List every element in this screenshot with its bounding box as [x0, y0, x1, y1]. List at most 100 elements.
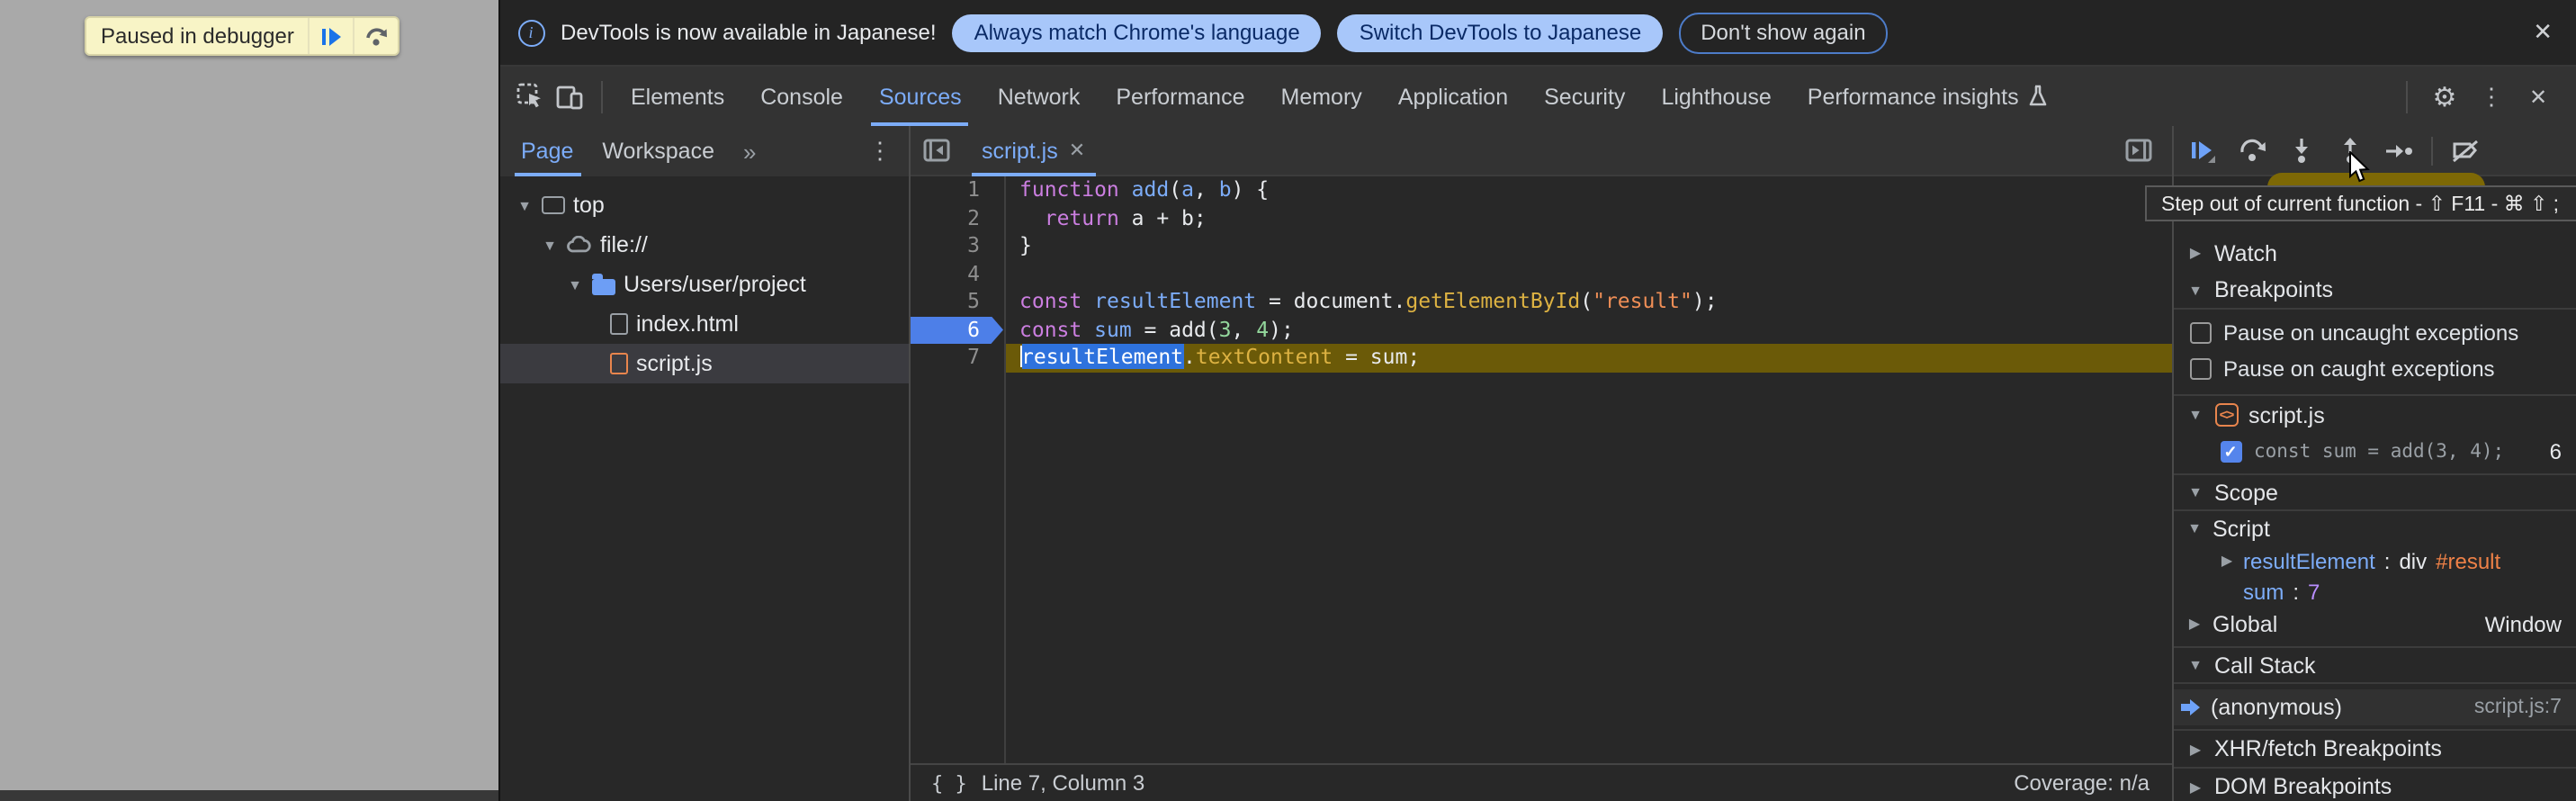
resume-icon: [321, 26, 343, 46]
tree-label: Users/user/project: [624, 272, 806, 297]
checkbox-unchecked[interactable]: [2189, 358, 2211, 380]
line-number[interactable]: 4: [910, 260, 1003, 288]
code-text: const sum = add(3, 4);: [1003, 316, 1294, 344]
pause-uncaught-row[interactable]: Pause on uncaught exceptions: [2173, 315, 2576, 351]
expanded-caret-icon[interactable]: ▼: [2187, 520, 2202, 536]
tree-item-script-js[interactable]: script.js: [499, 344, 908, 383]
tab-performance[interactable]: Performance: [1098, 67, 1262, 126]
line-number[interactable]: 5: [910, 288, 1003, 316]
tree-item-project-folder[interactable]: ▼ Users/user/project: [499, 265, 908, 304]
token-prop: getElementById: [1405, 288, 1580, 313]
section-dom-breakpoints[interactable]: ▶ DOM Breakpoints: [2173, 767, 2576, 801]
collapsed-caret-icon[interactable]: ▶: [2187, 616, 2202, 632]
section-call-stack[interactable]: ▼ Call Stack: [2173, 646, 2576, 684]
step-button[interactable]: [2376, 130, 2419, 170]
code-line-7[interactable]: 7resultElement.textContent = sum;: [910, 344, 2171, 372]
expanded-caret-icon[interactable]: ▼: [2187, 657, 2204, 673]
breakpoint-file-label: script.js: [2248, 402, 2325, 428]
tab-network[interactable]: Network: [980, 67, 1099, 126]
line-number[interactable]: 2: [910, 204, 1003, 232]
dont-show-again-button[interactable]: Don't show again: [1679, 12, 1887, 53]
code-line-2[interactable]: 2 return a + b;: [910, 204, 2171, 232]
toolbar-divider: [2430, 136, 2432, 165]
tree-item-top[interactable]: ▼ top: [499, 185, 908, 225]
line-number[interactable]: 3: [910, 232, 1003, 260]
pause-caught-row[interactable]: Pause on caught exceptions: [2173, 351, 2576, 387]
switch-devtools-japanese-button[interactable]: Switch DevTools to Japanese: [1338, 14, 1664, 51]
editor-pane: script.js ✕ 1function add(a, b) {2 retur…: [910, 126, 2173, 801]
toggle-debugger-sidebar-button[interactable]: [2119, 130, 2159, 170]
section-scope[interactable]: ▼ Scope: [2173, 473, 2576, 511]
scope-global-group[interactable]: ▶ Global Window: [2173, 607, 2576, 641]
close-devtools-icon[interactable]: ✕: [2518, 76, 2558, 116]
more-options-icon[interactable]: ⋮: [2472, 76, 2511, 116]
collapsed-caret-icon[interactable]: ▶: [2187, 245, 2204, 261]
tab-workspace[interactable]: Workspace: [602, 126, 714, 176]
step-over-button[interactable]: [2230, 130, 2274, 170]
breakpoint-entry[interactable]: ✓ const sum = add(3, 4); 6: [2173, 434, 2576, 470]
match-chrome-language-button[interactable]: Always match Chrome's language: [953, 14, 1322, 51]
breakpoint-group-script-js[interactable]: ▼ <> script.js: [2173, 394, 2576, 434]
line-number[interactable]: 7: [910, 344, 1003, 372]
device-toolbar-icon: [556, 84, 583, 109]
code-line-3[interactable]: 3}: [910, 232, 2171, 260]
tab-page[interactable]: Page: [521, 126, 573, 176]
tab-security[interactable]: Security: [1526, 67, 1643, 126]
expanded-caret-icon[interactable]: ▼: [2187, 484, 2204, 500]
collapsed-caret-icon[interactable]: ▶: [2187, 741, 2204, 757]
code-line-1[interactable]: 1function add(a, b) {: [910, 176, 2171, 204]
editor-tab-script-js[interactable]: script.js ✕: [964, 126, 1103, 175]
expanded-caret-icon[interactable]: ▼: [2187, 407, 2204, 423]
tab-sources[interactable]: Sources: [861, 67, 980, 126]
close-tab-icon[interactable]: ✕: [1069, 139, 1085, 162]
tab-performance-insights[interactable]: Performance insights: [1790, 67, 2066, 126]
tab-console[interactable]: Console: [742, 67, 861, 126]
navigator-menu-icon[interactable]: ⋮: [868, 137, 892, 166]
resume-button[interactable]: [2182, 130, 2225, 170]
tree-item-index-html[interactable]: index.html: [499, 304, 908, 344]
section-xhr-breakpoints[interactable]: ▶ XHR/fetch Breakpoints: [2173, 729, 2576, 767]
collapsed-caret-icon[interactable]: ▶: [2220, 553, 2234, 569]
pretty-print-icon[interactable]: { }: [931, 771, 967, 795]
deactivate-breakpoints-button[interactable]: [2443, 130, 2486, 170]
checkbox-checked[interactable]: ✓: [2220, 441, 2241, 463]
breakpoint-marker[interactable]: 6: [910, 316, 1003, 344]
expand-caret-icon[interactable]: ▼: [517, 197, 532, 213]
step-into-button[interactable]: [2279, 130, 2322, 170]
expanded-caret-icon[interactable]: ▼: [2187, 282, 2204, 298]
step-over-banner-button[interactable]: [355, 18, 399, 54]
checkbox-unchecked[interactable]: [2189, 322, 2211, 344]
more-tabs-chevron-icon[interactable]: »: [743, 138, 756, 165]
token-prop: textContent: [1196, 344, 1333, 369]
tree-item-file-scheme[interactable]: ▼ file://: [499, 225, 908, 265]
collapsed-caret-icon[interactable]: ▶: [2187, 778, 2204, 795]
tab-lighthouse[interactable]: Lighthouse: [1643, 67, 1789, 126]
expand-caret-icon[interactable]: ▼: [543, 237, 557, 253]
tab-elements[interactable]: Elements: [613, 67, 742, 126]
device-toolbar-button[interactable]: [550, 76, 589, 116]
debugger-sidebar: ▶ Watch ▼ Breakpoints Pause on uncaught …: [2173, 126, 2576, 801]
call-stack-frame[interactable]: (anonymous) script.js:7: [2173, 689, 2576, 725]
settings-gear-icon[interactable]: ⚙: [2425, 76, 2464, 116]
scope-group-label: Global: [2212, 611, 2277, 636]
scope-script-group[interactable]: ▼ Script: [2173, 511, 2576, 545]
tab-application[interactable]: Application: [1380, 67, 1526, 126]
expand-caret-icon[interactable]: ▼: [568, 276, 582, 292]
code-text: const resultElement = document.getElemen…: [1003, 288, 1718, 316]
sources-panel: Page Workspace » ⋮ ▼ top ▼: [499, 126, 2576, 801]
code-editor[interactable]: 1function add(a, b) {2 return a + b;3}45…: [910, 176, 2171, 763]
code-line-6[interactable]: 6const sum = add(3, 4);: [910, 316, 2171, 344]
scope-var-sum[interactable]: sum: 7: [2173, 576, 2576, 607]
code-line-4[interactable]: 4: [910, 260, 2171, 288]
collapse-navigator-button[interactable]: [917, 130, 956, 170]
inspect-element-button[interactable]: [510, 76, 550, 116]
resume-script-button[interactable]: [310, 18, 354, 54]
tab-memory[interactable]: Memory: [1263, 67, 1380, 126]
line-number[interactable]: 1: [910, 176, 1003, 204]
token-sel: resultElement: [1021, 344, 1183, 369]
code-line-5[interactable]: 5const resultElement = document.getEleme…: [910, 288, 2171, 316]
section-watch[interactable]: ▶ Watch: [2173, 234, 2576, 272]
scope-var-resultelement[interactable]: ▶ resultElement: div#result: [2173, 545, 2576, 576]
infobar-close-icon[interactable]: ✕: [2533, 18, 2558, 47]
section-breakpoints[interactable]: ▼ Breakpoints: [2173, 272, 2576, 310]
